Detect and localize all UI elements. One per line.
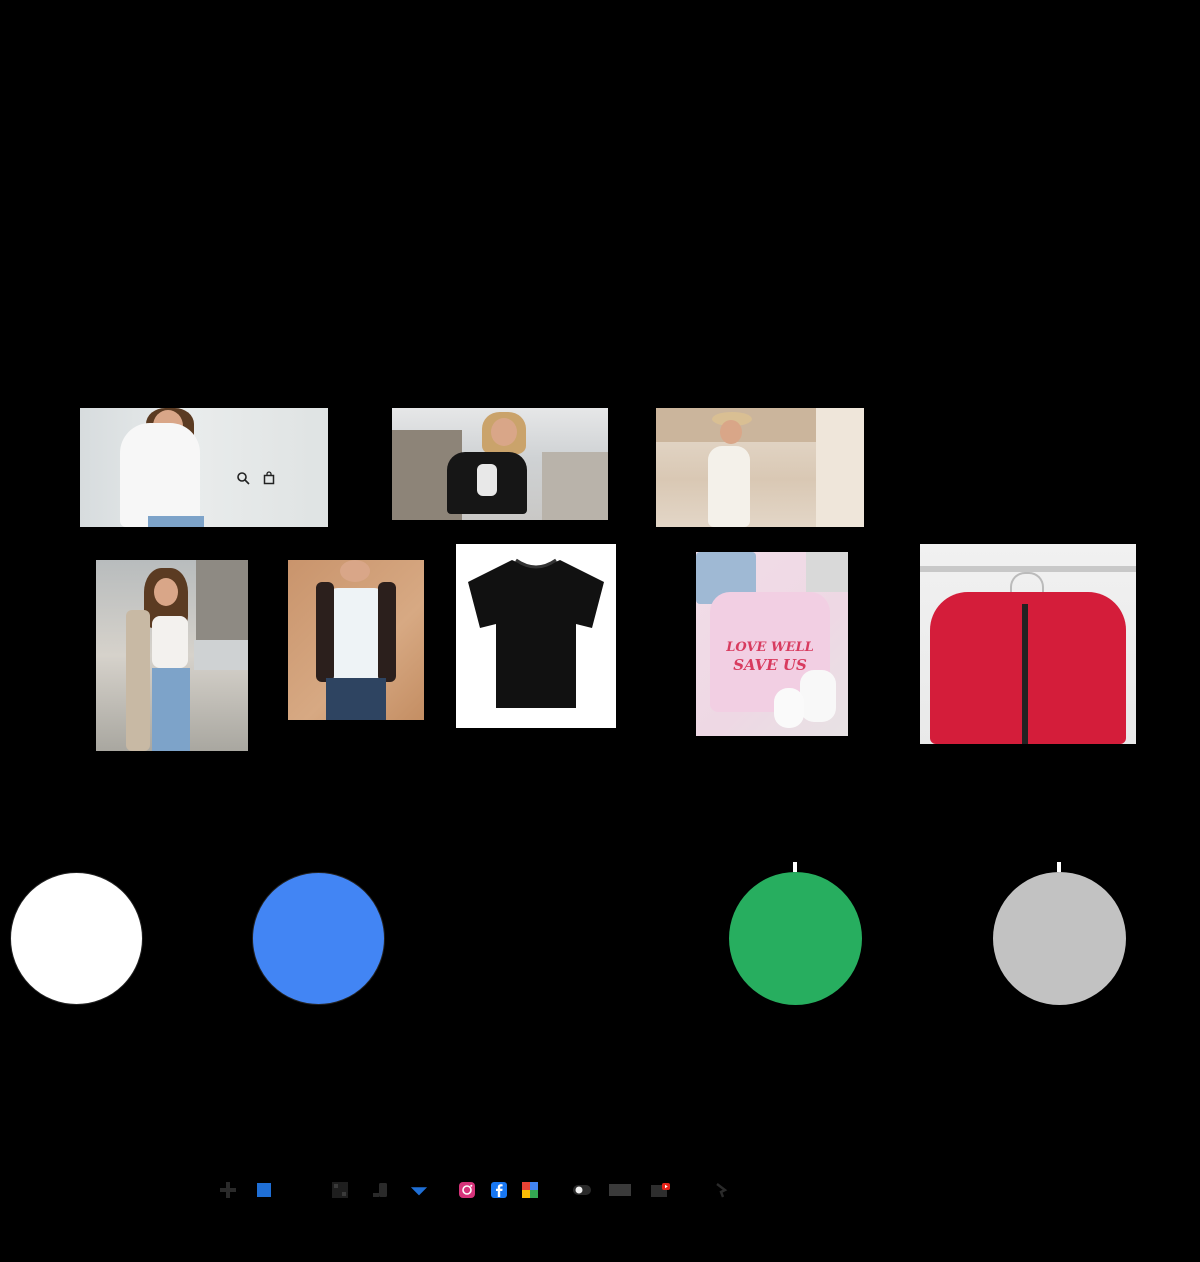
white-top-shape <box>152 616 188 668</box>
jeans-shape <box>326 678 386 720</box>
swatch-tick <box>1057 862 1061 872</box>
railing-shape <box>194 640 248 670</box>
tshirt-print-line1: LOVE WELL <box>726 640 814 655</box>
qr-icon[interactable] <box>331 1181 349 1199</box>
cloth-shape <box>806 552 848 592</box>
building-shape <box>542 452 608 520</box>
swatch-blue[interactable] <box>252 872 385 1005</box>
zipper-shape <box>1022 604 1028 744</box>
trench-coat-shape <box>126 610 150 751</box>
pillar-shape <box>816 408 864 527</box>
jeans-shape <box>148 516 204 527</box>
swatch-white[interactable] <box>10 872 143 1005</box>
face-shape <box>491 418 517 446</box>
white-dress-shape <box>708 446 750 527</box>
blue-square-icon[interactable] <box>255 1181 273 1199</box>
phone-icon[interactable] <box>371 1181 389 1199</box>
facebook-icon[interactable] <box>490 1181 508 1199</box>
dropdown-icon[interactable] <box>410 1181 428 1199</box>
sneaker-shape <box>774 688 804 728</box>
card-icon[interactable] <box>608 1181 632 1199</box>
face-shape <box>720 420 742 444</box>
search-icon[interactable] <box>233 468 253 488</box>
white-tee-shape <box>120 423 200 527</box>
sneaker-shape <box>800 670 836 722</box>
photo-pink-tshirt-flatlay[interactable]: LOVE WELL SAVE US <box>696 552 848 736</box>
youtube-icon[interactable] <box>650 1181 672 1199</box>
white-tee-shape <box>326 588 386 680</box>
photo-woman-white-dress-beach[interactable] <box>656 408 864 527</box>
skeleton-hand-print <box>477 464 497 496</box>
face-shape <box>340 560 370 582</box>
jeans-shape <box>152 668 190 751</box>
swatch-gray[interactable] <box>993 872 1126 1005</box>
photo-red-puffer-jacket[interactable] <box>920 544 1136 744</box>
face-shape <box>154 578 178 606</box>
photo-woman-white-tee[interactable] <box>80 408 328 527</box>
share-icon[interactable] <box>712 1181 730 1199</box>
jacket-sleeve-shape <box>378 582 396 682</box>
google-icon[interactable] <box>521 1181 539 1199</box>
swatch-tick <box>793 862 797 872</box>
swatch-green[interactable] <box>729 872 862 1005</box>
black-tshirt-shape <box>468 558 604 708</box>
photo-woman-black-crop-tee[interactable] <box>392 408 608 520</box>
black-crop-tee-shape <box>447 452 527 514</box>
red-jacket-shape <box>930 592 1126 744</box>
photo-woman-street-jeans[interactable] <box>96 560 248 751</box>
photo-black-tshirt[interactable] <box>456 544 616 728</box>
instagram-icon[interactable] <box>458 1181 476 1199</box>
jacket-sleeve-shape <box>316 582 334 682</box>
bag-icon[interactable] <box>259 468 279 488</box>
building-shape <box>196 560 248 640</box>
plus-icon[interactable] <box>219 1181 237 1199</box>
toggle-icon[interactable] <box>572 1181 592 1199</box>
photo-man-white-tee[interactable] <box>288 560 424 720</box>
